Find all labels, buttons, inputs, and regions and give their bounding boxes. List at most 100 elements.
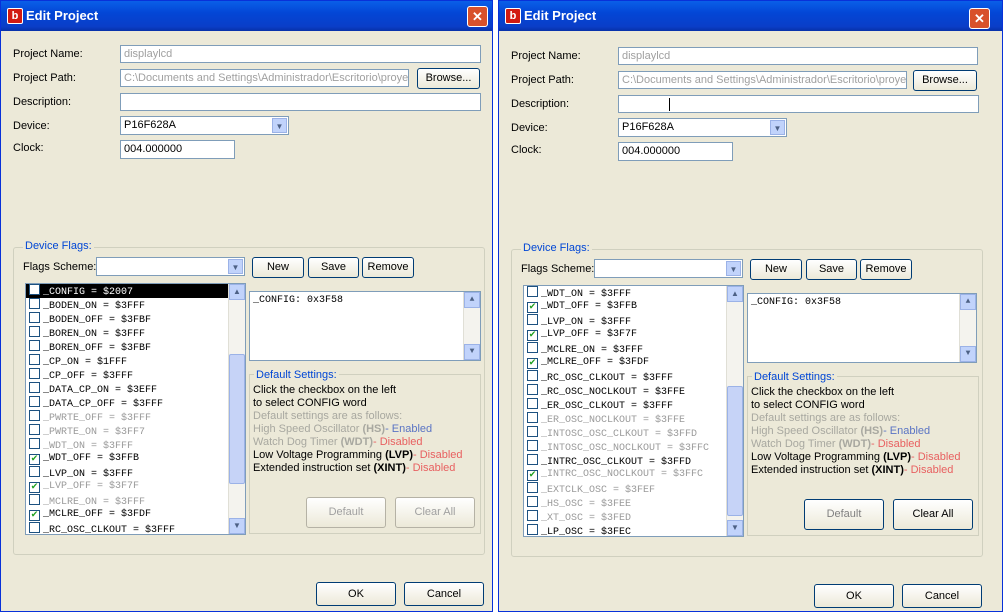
flag-list-item[interactable]: _WDT_ON = $3FFF [26,438,229,452]
flags-list-scrollbar[interactable]: ▲ ▼ [228,284,245,534]
checkbox[interactable] [29,522,40,533]
browse-button[interactable]: Browse... [417,68,480,89]
flag-list-item[interactable]: _PWRTE_ON = $3FF7 [26,424,229,438]
ok-button[interactable]: OK [814,584,894,608]
scroll-thumb[interactable] [727,386,743,516]
scroll-up-icon[interactable]: ▲ [229,284,245,300]
memo-scrollbar[interactable]: ▲ ▼ [959,294,976,362]
flag-list-item[interactable]: _BOREN_OFF = $3FBF [26,340,229,354]
checkbox[interactable] [29,410,40,421]
flag-list-item[interactable]: _INTOSC_OSC_NOCLKOUT = $3FFC [524,440,727,454]
flag-list-item[interactable]: _DATA_CP_ON = $3EFF [26,382,229,396]
checkbox[interactable] [527,314,538,325]
flag-list-item[interactable]: _BODEN_OFF = $3FBF [26,312,229,326]
checkbox[interactable] [527,454,538,465]
scroll-down-icon[interactable]: ▼ [960,346,976,362]
project-path-field[interactable]: C:\Documents and Settings\Administrador\… [120,69,409,87]
checkbox[interactable] [527,426,538,437]
checkbox-checked[interactable]: ✔ [527,330,538,341]
flags-list-scrollbar[interactable]: ▲ ▼ [726,286,743,536]
flags-list[interactable]: _WDT_ON = $3FFF ✔ _WDT_OFF = $3FFB _LVP_ON … [523,285,744,537]
cancel-button[interactable]: Cancel [404,582,484,606]
flag-list-item[interactable]: _BODEN_ON = $3FFF [26,298,229,312]
checkbox[interactable] [29,326,40,337]
default-button[interactable]: Default [306,497,386,528]
checkbox[interactable] [527,524,538,535]
flag-list-item[interactable]: _WDT_ON = $3FFF [524,286,727,300]
config-word-memo[interactable]: _CONFIG: 0x3F58 ▲ ▼ [249,291,481,361]
checkbox-checked[interactable]: ✔ [29,482,40,493]
flag-list-item[interactable]: _RC_OSC_CLKOUT = $3FFF [524,370,727,384]
checkbox[interactable] [29,438,40,449]
checkbox[interactable] [527,384,538,395]
description-field[interactable] [120,93,481,111]
flag-list-item[interactable]: _XT_OSC = $3FED [524,510,727,524]
scroll-thumb[interactable] [229,354,245,484]
flag-list-item[interactable]: _INTRC_OSC_CLKOUT = $3FFD [524,454,727,468]
title-bar[interactable]: b Edit Project ✕ [1,1,492,31]
default-button[interactable]: Default [804,499,884,530]
project-path-field[interactable]: C:\Documents and Settings\Administrador\… [618,71,907,89]
checkbox-checked[interactable]: ✔ [29,510,40,521]
checkbox[interactable] [29,340,40,351]
checkbox[interactable] [527,440,538,451]
chevron-down-icon[interactable]: ▼ [770,120,785,135]
checkbox[interactable] [527,510,538,521]
flag-list-item[interactable]: _MCLRE_ON = $3FFF [26,494,229,508]
checkbox-checked[interactable]: ✔ [527,470,538,481]
browse-button[interactable]: Browse... [913,70,977,91]
checkbox[interactable] [29,466,40,477]
checkbox-checked[interactable]: ✔ [29,454,40,465]
flags-scheme-select[interactable]: ▼ [594,259,743,278]
checkbox[interactable] [29,354,40,365]
flag-list-item[interactable]: ✔ _MCLRE_OFF = $3FDF [26,508,229,522]
checkbox[interactable] [527,342,538,353]
flag-list-item[interactable]: ✔ _LVP_OFF = $3F7F [524,328,727,342]
ok-button[interactable]: OK [316,582,396,606]
scroll-up-icon[interactable]: ▲ [464,292,480,308]
remove-scheme-button[interactable]: Remove [860,259,912,280]
checkbox-checked[interactable]: ✔ [527,302,538,313]
flag-list-item[interactable]: _EXTCLK_OSC = $3FEF [524,482,727,496]
clear-all-button[interactable]: Clear All [395,497,475,528]
flag-list-item[interactable]: _BOREN_ON = $3FFF [26,326,229,340]
flag-list-item[interactable]: ✔ _WDT_OFF = $3FFB [26,452,229,466]
checkbox[interactable] [527,398,538,409]
flag-list-item[interactable]: _PWRTE_OFF = $3FFF [26,410,229,424]
device-select[interactable]: P16F628A ▼ [120,116,289,135]
flag-list-item[interactable]: _MCLRE_ON = $3FFF [524,342,727,356]
chevron-down-icon[interactable]: ▼ [726,261,741,276]
new-scheme-button[interactable]: New [750,259,802,280]
clock-field[interactable]: 004.000000 [120,140,235,159]
save-scheme-button[interactable]: Save [308,257,359,278]
scroll-up-icon[interactable]: ▲ [960,294,976,310]
chevron-down-icon[interactable]: ▼ [228,259,243,274]
flag-list-item[interactable]: _RC_OSC_NOCLKOUT = $3FFE [524,384,727,398]
flag-list-item[interactable]: _LVP_ON = $3FFF [26,466,229,480]
flag-list-item[interactable]: _INTOSC_OSC_CLKOUT = $3FFD [524,426,727,440]
flag-list-item[interactable]: _LVP_ON = $3FFF [524,314,727,328]
checkbox[interactable] [29,396,40,407]
flag-list-item[interactable]: _HS_OSC = $3FEE [524,496,727,510]
memo-scrollbar[interactable]: ▲ ▼ [463,292,480,360]
flag-list-item[interactable]: ✔ _WDT_OFF = $3FFB [524,300,727,314]
flag-list-item[interactable]: _CP_OFF = $3FFF [26,368,229,382]
flag-list-item[interactable]: _ER_OSC_NOCLKOUT = $3FFE [524,412,727,426]
flag-list-item[interactable]: _CP_ON = $1FFF [26,354,229,368]
clear-all-button[interactable]: Clear All [893,499,973,530]
flag-list-item[interactable]: _DATA_CP_OFF = $3FFF [26,396,229,410]
checkbox[interactable] [527,496,538,507]
close-icon[interactable]: ✕ [969,8,990,29]
flags-list[interactable]: _CONFIG = $2007 _BODEN_ON = $3FFF _BODEN_O… [25,283,246,535]
remove-scheme-button[interactable]: Remove [362,257,414,278]
checkbox[interactable] [527,412,538,423]
description-field[interactable] [618,95,979,113]
checkbox[interactable] [527,370,538,381]
flag-list-item[interactable]: _ER_OSC_CLKOUT = $3FFF [524,398,727,412]
checkbox[interactable] [29,284,40,295]
checkbox-checked[interactable]: ✔ [527,358,538,369]
chevron-down-icon[interactable]: ▼ [272,118,287,133]
checkbox[interactable] [29,494,40,505]
clock-field[interactable]: 004.000000 [618,142,733,161]
project-name-field[interactable]: displaylcd [618,47,978,65]
